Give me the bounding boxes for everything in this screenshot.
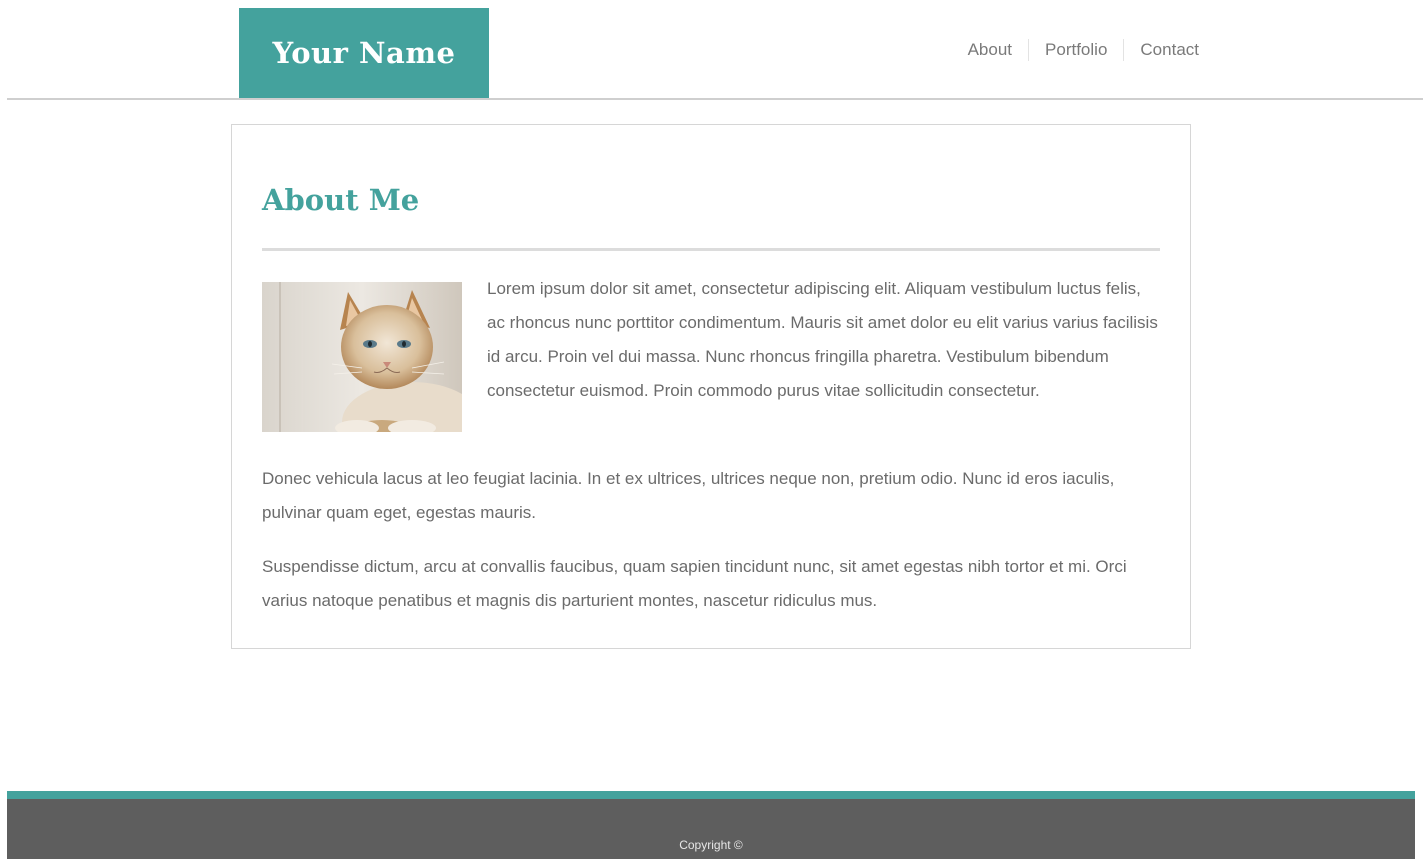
page: Your Name About Portfolio Contact About … — [0, 0, 1423, 867]
about-section: About Me Lorem ipsum dolor sit amet, con… — [231, 124, 1191, 649]
cat-photo — [262, 282, 462, 432]
nav-link-contact[interactable]: Contact — [1123, 39, 1199, 61]
title-divider — [262, 248, 1160, 251]
site-header: Your Name About Portfolio Contact — [7, 0, 1423, 100]
paragraph-1: Lorem ipsum dolor sit amet, consectetur … — [487, 279, 1158, 400]
paragraph-2: Donec vehicula lacus at leo feugiat laci… — [262, 469, 1115, 522]
paragraph-3: Suspendisse dictum, arcu at convallis fa… — [262, 557, 1127, 610]
logo[interactable]: Your Name — [239, 8, 489, 98]
page-title: About Me — [262, 183, 420, 217]
main-nav: About Portfolio Contact — [952, 38, 1199, 62]
logo-text: Your Name — [272, 36, 456, 70]
footer-accent-bar — [7, 791, 1415, 799]
nav-link-portfolio[interactable]: Portfolio — [1028, 39, 1123, 61]
copyright-text: Copyright © — [679, 838, 743, 852]
site-footer: Copyright © — [7, 799, 1415, 859]
nav-link-about[interactable]: About — [952, 39, 1028, 61]
